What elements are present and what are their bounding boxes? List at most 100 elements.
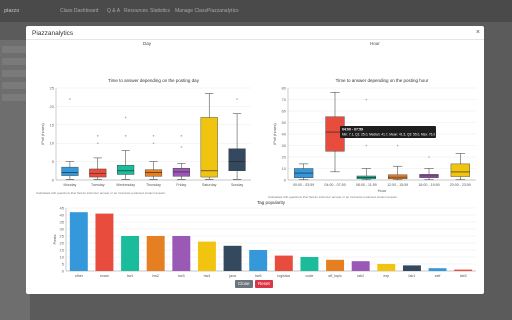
tag-chart-x-tick-label: hw4 [204,274,211,278]
tag-chart-bar [402,265,421,271]
hour-chart-y-tick-label: 20 [282,155,287,160]
tag-chart-bar [274,255,293,271]
nav-item-manage-class[interactable]: Manage Class [175,8,207,14]
hour-chart-box [450,163,470,177]
tag-chart-x-tick-label: hw2 [152,274,159,278]
day-chart-x-tick-label: Saturday [202,183,217,187]
day-chart-outlier-point [180,135,183,137]
nav-item-statistics[interactable]: Statistics [150,8,170,14]
nav-item-class-dashboard[interactable]: Class Dashboard [60,8,98,14]
hour-chart-y-tick-label: 40 [282,132,287,137]
day-chart-y-tick-label: 5 [52,159,55,164]
tag-chart-y-tick-label: 45 [60,206,65,211]
modal-title: Piazzanalytics [32,30,74,37]
hour-chart-y-label: iPoll (hours) [272,123,277,145]
day-chart-x-tick-label: Thursday [146,183,161,187]
tag-chart-x-tick-label: lab2 [357,274,364,278]
hour-chart-y-tick-label: 30 [282,143,287,148]
tag-chart-x-tick-label: java [228,274,236,278]
day-chart-y-tick-label: 15 [50,122,55,127]
day-chart-y-tick-label: 10 [50,141,55,146]
charts-canvas: Time to answer depending on the posting … [36,78,476,278]
tag-chart-bar [223,245,242,271]
tag-chart-y-tick-label: 15 [60,248,65,253]
hour-chart-x-tick-label: 16:00 - 19:59 [418,183,439,187]
tag-chart-x-tick-label: lab3 [460,274,467,278]
tag-chart-bar [95,213,114,271]
tag-chart-x-tick-label: hw3 [178,274,185,278]
tag-chart-x-tick-label: exp [383,274,389,278]
hour-chart-outlier-point [365,98,368,101]
day-chart-x-tick-label: Tuesday [91,183,105,187]
tag-chart-x-tick-label: logistics [277,274,290,278]
sidebar-row [2,94,26,101]
day-chart-y-label: iPoll (hours) [40,123,45,145]
hour-chart-x-tick-label: 04:00 - 07:59 [324,183,345,187]
tag-chart-bar [300,257,319,271]
day-chart-y-tick-label: 0 [52,178,55,183]
tag-chart-bar [146,236,165,271]
tag-chart-bar [326,259,345,271]
tag-chart-y-label: Posts [52,234,57,244]
hour-chart-x-tick-label: 12:00 - 15:59 [387,183,408,187]
day-chart-box [228,148,246,172]
tag-chart-y-tick-label: 5 [62,262,65,267]
day-chart-footnote: Calculated with questions that had an in… [36,191,166,195]
tag-chart-x-tick-label: self [435,274,441,278]
tag-chart-y-tick-label: 0 [62,269,65,274]
tag-chart-y-tick-label: 35 [60,220,65,225]
day-chart-y-tick-label: 25 [50,86,55,91]
hour-chart-outlier-point [396,144,399,147]
tag-chart-bar [69,212,88,271]
tag-chart-bar [197,241,216,271]
tag-chart-y-tick-label: 40 [60,213,65,218]
hour-chart-x-tick-label: 08:00 - 11:59 [356,183,377,187]
hour-chart-x-label: Hour [378,188,387,193]
hour-chart-title: Time to answer depending on the posting … [336,78,429,83]
tag-chart-x-tick-label: lab1 [409,274,416,278]
tag-chart-bar [121,236,140,271]
tag-chart-x-tick-label: hw1 [127,274,134,278]
close-icon[interactable]: × [476,29,480,36]
nav-item-resources[interactable]: Resources [124,8,148,14]
tag-chart-x-tick-label: other [75,274,84,278]
hour-chart-tooltip-detail: Min: 7.1, Q1: 25.0, Median: 41.7, Mean: … [342,133,435,137]
analytics-modal: Piazzanalytics × Day Hour Time to answer… [26,26,484,294]
hour-chart-outlier-point [428,156,430,158]
hour-chart-y-tick-label: 60 [282,109,287,114]
day-chart-outlier-point [152,142,155,144]
tag-chart-bar [351,261,370,271]
brand-logo: piazzo [4,8,20,14]
hour-chart-x-tick-label: 20:00 - 23:59 [450,183,471,187]
hour-chart-y-tick-label: 80 [282,86,287,91]
day-chart-title: Time to answer depending on the posting … [108,78,200,83]
day-chart-box [61,166,79,176]
tag-chart-bar [249,250,268,271]
day-chart-outlier-point [236,98,238,100]
day-chart-x-tick-label: Wednesday [116,183,135,187]
tag-chart-y-tick-label: 30 [60,227,65,232]
nav-item-qa[interactable]: Q & A [107,8,120,14]
reset-button[interactable]: Reset [255,280,273,288]
sidebar-row [2,70,26,77]
sidebar-row [2,82,26,89]
close-button[interactable]: Close [235,280,253,288]
hour-chart-tooltip-title: 04:00 - 07:59 [342,128,363,132]
day-chart-box [117,165,135,175]
day-chart-outlier-point [124,116,127,119]
sidebar-row [2,46,26,53]
hour-chart-outlier-point [365,144,368,147]
day-chart-y-tick-label: 20 [50,104,55,109]
hour-chart-y-tick-label: 70 [282,97,287,102]
tag-chart-x-tick-label: exam [100,274,109,278]
day-chart-x-tick-label: Monday [64,183,77,187]
tag-chart-bar [454,269,473,271]
hour-chart-footnote: Calculated with questions that had an in… [268,195,398,199]
hour-chart-y-tick-label: 10 [282,166,287,171]
day-chart-box [200,117,218,178]
tag-chart-y-tick-label: 10 [60,255,65,260]
day-chart-outlier-point [180,146,183,148]
tag-chart-x-tick-label: off_topic [328,274,342,278]
nav-item-piazzanalytics[interactable]: Piazzanalytics [207,8,239,14]
hour-chart-y-tick-label: 0 [284,178,287,183]
